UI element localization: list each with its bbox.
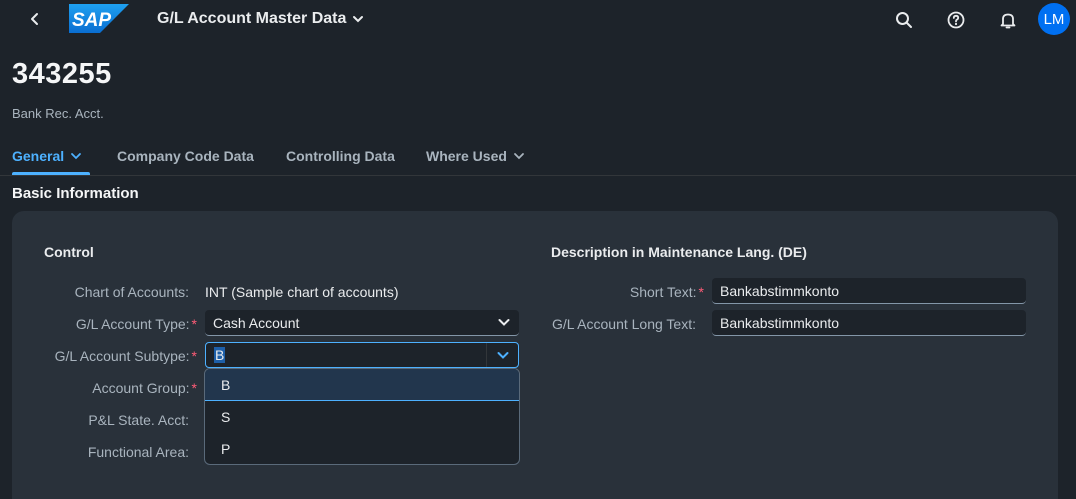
tab-company-code-data-label: Company Code Data [117, 148, 254, 164]
tab-where-used-label: Where Used [426, 148, 507, 164]
app-title: G/L Account Master Data [157, 10, 347, 27]
chart-of-accounts-label: Chart of Accounts: [74, 284, 189, 300]
section-title: Basic Information [12, 185, 139, 202]
gl-account-type-select[interactable]: Cash Account [205, 310, 519, 336]
dropdown-option-b[interactable]: B [205, 369, 519, 401]
shell-bar: SAP G/L Account Master Data LM [0, 0, 1076, 40]
dropdown-option-p[interactable]: P [205, 433, 519, 464]
gl-account-type-value: Cash Account [213, 314, 300, 331]
tab-bar: General Company Code Data Controlling Da… [0, 138, 1076, 176]
chevron-down-icon [498, 319, 510, 326]
functional-area-label: Functional Area: [87, 444, 189, 460]
help-icon [947, 11, 965, 29]
tab-general[interactable]: General [12, 148, 82, 164]
subtype-dropdown-toggle[interactable] [486, 343, 518, 367]
required-marker: * [191, 380, 197, 396]
back-icon [31, 13, 38, 25]
chevron-down-icon [497, 352, 508, 359]
svg-text:SAP: SAP [72, 10, 111, 31]
chevron-down-icon [71, 153, 82, 160]
short-text-value: Bankabstimmkonto [720, 282, 840, 299]
subtype-dropdown-list: B S P [204, 368, 520, 465]
account-group-label: Account Group: * [92, 380, 197, 396]
notifications-button[interactable] [996, 8, 1020, 32]
active-tab-indicator [12, 172, 90, 175]
app-title-menu[interactable]: G/L Account Master Data [157, 10, 364, 28]
tab-general-label: General [12, 148, 65, 164]
required-marker: * [191, 316, 197, 332]
short-text-input[interactable]: Bankabstimmkonto [712, 278, 1026, 304]
chevron-down-icon [514, 153, 524, 160]
gl-account-subtype-label: G/L Account Subtype: * [54, 348, 197, 364]
chevron-down-icon [353, 16, 364, 23]
tab-controlling-data-label: Controlling Data [286, 148, 395, 164]
long-text-input[interactable]: Bankabstimmkonto [712, 310, 1026, 336]
control-group-title: Control [44, 244, 94, 260]
sap-logo[interactable]: SAP [69, 4, 129, 33]
long-text-label: G/L Account Long Text: [552, 316, 696, 332]
user-avatar[interactable]: LM [1038, 3, 1070, 35]
tab-company-code-data[interactable]: Company Code Data [117, 148, 254, 164]
search-button[interactable] [892, 8, 916, 32]
gl-account-subtype-input[interactable]: B [214, 347, 226, 363]
back-button[interactable] [24, 8, 46, 30]
object-subtitle: Bank Rec. Acct. [12, 106, 104, 121]
tab-controlling-data[interactable]: Controlling Data [286, 148, 395, 164]
dropdown-option-s[interactable]: S [205, 401, 519, 433]
required-marker: * [191, 348, 197, 364]
required-marker: * [698, 284, 704, 300]
notification-bell-icon [1000, 13, 1016, 29]
search-icon [896, 12, 912, 28]
pl-statement-account-label: P&L State. Acct: [88, 412, 189, 428]
chart-of-accounts-value: INT (Sample chart of accounts) [205, 284, 399, 300]
gl-account-type-label: G/L Account Type: * [75, 316, 197, 332]
description-group-title: Description in Maintenance Lang. (DE) [551, 244, 807, 260]
tab-where-used[interactable]: Where Used [426, 148, 525, 164]
help-button[interactable] [944, 8, 968, 32]
short-text-label: Short Text: * [629, 284, 704, 300]
gl-account-subtype-combobox[interactable]: B [205, 342, 519, 368]
object-title: 343255 [12, 58, 112, 90]
long-text-value: Bankabstimmkonto [720, 314, 840, 331]
